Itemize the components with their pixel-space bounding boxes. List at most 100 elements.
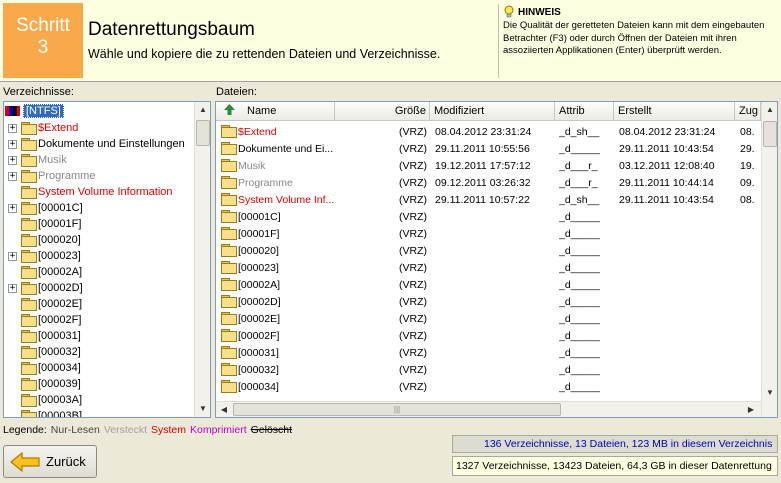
legend-system: System xyxy=(151,424,187,436)
expand-icon[interactable]: + xyxy=(8,155,17,165)
tree-item[interactable]: [00003B] xyxy=(8,408,82,417)
scroll-thumb[interactable] xyxy=(763,121,777,147)
expand-icon[interactable]: + xyxy=(8,251,17,261)
folder-icon xyxy=(20,170,37,183)
file-row[interactable]: [000031] (VRZ) _d_____ xyxy=(216,345,761,362)
expand-icon[interactable]: + xyxy=(8,139,17,149)
folder-icon xyxy=(20,298,37,311)
tree-item[interactable]: [00002A] xyxy=(8,264,82,280)
expand-icon[interactable]: + xyxy=(8,203,17,213)
file-cell-access xyxy=(740,345,761,362)
column-access[interactable]: Zug xyxy=(735,102,761,121)
tree-item[interactable]: + Programme xyxy=(8,168,95,184)
file-cell-name: [000020] xyxy=(220,243,335,260)
folder-icon xyxy=(220,193,237,206)
scroll-right-icon[interactable]: ▶ xyxy=(743,402,759,417)
file-cell-name: [00001F] xyxy=(220,226,335,243)
tree-item[interactable]: + $Extend xyxy=(8,120,78,136)
file-cell-created xyxy=(619,345,735,362)
expand-icon[interactable]: + xyxy=(8,123,17,133)
directory-tree[interactable]: [NTFS] + $Extend + Dokumente und Einstellun… xyxy=(3,101,211,418)
tree-item[interactable]: [000039] xyxy=(8,376,81,392)
folder-icon xyxy=(220,227,237,240)
tree-item[interactable]: + Dokumente und Einstellungen xyxy=(8,136,185,152)
scroll-thumb[interactable] xyxy=(196,120,210,146)
tree-item[interactable]: + [00001C] xyxy=(8,200,83,216)
file-name: Programme xyxy=(238,177,293,189)
file-cell-attrib: _d_____ xyxy=(559,347,600,359)
hint-title: HINWEIS xyxy=(518,6,561,18)
file-row[interactable]: [000023] (VRZ) _d_____ xyxy=(216,260,761,277)
file-row[interactable]: [000032] (VRZ) _d_____ xyxy=(216,362,761,379)
file-cell-size: (VRZ) xyxy=(399,228,427,240)
column-attrib[interactable]: Attrib xyxy=(555,102,614,121)
tree-item[interactable]: [000031] xyxy=(8,328,81,344)
file-cell-name: [00001C] xyxy=(220,209,335,226)
expand-icon[interactable]: + xyxy=(8,283,17,293)
file-row[interactable]: [00001F] (VRZ) _d_____ xyxy=(216,226,761,243)
file-row[interactable]: [00001C] (VRZ) _d_____ xyxy=(216,209,761,226)
file-name: Dokumente und Ei... xyxy=(238,143,334,155)
file-name: [00002A] xyxy=(238,279,281,291)
tree-item[interactable]: + [00002D] xyxy=(8,280,83,296)
folder-icon xyxy=(20,378,37,391)
tree-item-label: [000032] xyxy=(38,346,81,358)
tree-item[interactable]: [000032] xyxy=(8,344,81,360)
file-row[interactable]: [00002D] (VRZ) _d_____ xyxy=(216,294,761,311)
file-row[interactable]: [00002A] (VRZ) _d_____ xyxy=(216,277,761,294)
files-hscrollbar[interactable]: ◀ ||| ▶ xyxy=(216,401,761,417)
expand-icon[interactable]: + xyxy=(8,171,17,181)
file-cell-attrib: _d_____ xyxy=(559,330,600,342)
tree-item[interactable]: [00001F] xyxy=(8,216,81,232)
total-summary: 1327 Verzeichnisse, 13423 Dateien, 64,3 … xyxy=(452,456,778,476)
file-cell-access xyxy=(740,362,761,379)
tree-item[interactable]: [000020] xyxy=(8,232,81,248)
column-created[interactable]: Erstellt xyxy=(614,102,735,121)
hscroll-thumb[interactable]: ||| xyxy=(233,403,561,416)
file-list[interactable]: Name Größe Modifiziert Attrib Erstellt Z… xyxy=(215,101,778,418)
back-button[interactable]: Zurück xyxy=(3,445,97,478)
folder-icon xyxy=(20,186,37,199)
scroll-down-icon[interactable]: ▼ xyxy=(195,401,210,417)
tree-item[interactable]: + [000023] xyxy=(8,248,81,264)
file-cell-size: (VRZ) xyxy=(399,381,427,393)
file-cell-access xyxy=(740,260,761,277)
file-row[interactable]: [000034] (VRZ) _d_____ xyxy=(216,379,761,396)
scroll-up-icon[interactable]: ▲ xyxy=(762,102,777,118)
folder-icon xyxy=(220,125,237,138)
file-cell-created xyxy=(619,362,735,379)
tree-item[interactable]: [00002E] xyxy=(8,296,82,312)
file-row[interactable]: System Volume Inf... (VRZ) 29.11.2011 10:5… xyxy=(216,192,761,209)
tree-item[interactable]: [00003A] xyxy=(8,392,82,408)
file-row[interactable]: Dokumente und Ei... (VRZ) 29.11.2011 10:55… xyxy=(216,141,761,158)
column-name[interactable]: Name xyxy=(216,102,335,121)
folder-icon xyxy=(20,410,37,417)
tree-item[interactable]: System Volume Information xyxy=(8,184,173,200)
legend-readonly: Nur-Lesen xyxy=(50,424,100,436)
file-row[interactable]: [00002E] (VRZ) _d_____ xyxy=(216,311,761,328)
scroll-down-icon[interactable]: ▼ xyxy=(762,385,777,401)
files-vscrollbar[interactable]: ▲ ▼ xyxy=(761,102,777,417)
file-row[interactable]: [000020] (VRZ) _d_____ xyxy=(216,243,761,260)
file-cell-name: [000032] xyxy=(220,362,335,379)
file-name: [00002D] xyxy=(238,296,281,308)
column-size[interactable]: Größe xyxy=(335,102,430,121)
legend-compressed: Komprimiert xyxy=(190,424,247,436)
tree-item[interactable]: [000034] xyxy=(8,360,81,376)
file-row[interactable]: Programme (VRZ) 09.12.2011 03:26:32 _d___r_… xyxy=(216,175,761,192)
tree-item[interactable]: [00002F] xyxy=(8,312,81,328)
tree-item[interactable]: + Musik xyxy=(8,152,67,168)
tree-item-label: [000031] xyxy=(38,330,81,342)
file-row[interactable]: $Extend (VRZ) 08.04.2012 23:31:24 _d_sh__ 08… xyxy=(216,124,761,141)
file-cell-attrib: _d_____ xyxy=(559,313,600,325)
file-row[interactable]: [00002F] (VRZ) _d_____ xyxy=(216,328,761,345)
column-modified[interactable]: Modifiziert xyxy=(430,102,555,121)
lightbulb-icon xyxy=(504,5,514,18)
scroll-left-icon[interactable]: ◀ xyxy=(216,402,232,417)
file-row[interactable]: Musik (VRZ) 19.12.2011 17:57:12 _d___r_ 03.1… xyxy=(216,158,761,175)
tree-item-label: Programme xyxy=(38,170,96,182)
file-cell-name: $Extend xyxy=(220,124,335,141)
scroll-up-icon[interactable]: ▲ xyxy=(195,102,210,118)
tree-root[interactable]: [NTFS] xyxy=(5,103,64,119)
tree-scrollbar[interactable]: ▲ ▼ xyxy=(194,102,210,417)
